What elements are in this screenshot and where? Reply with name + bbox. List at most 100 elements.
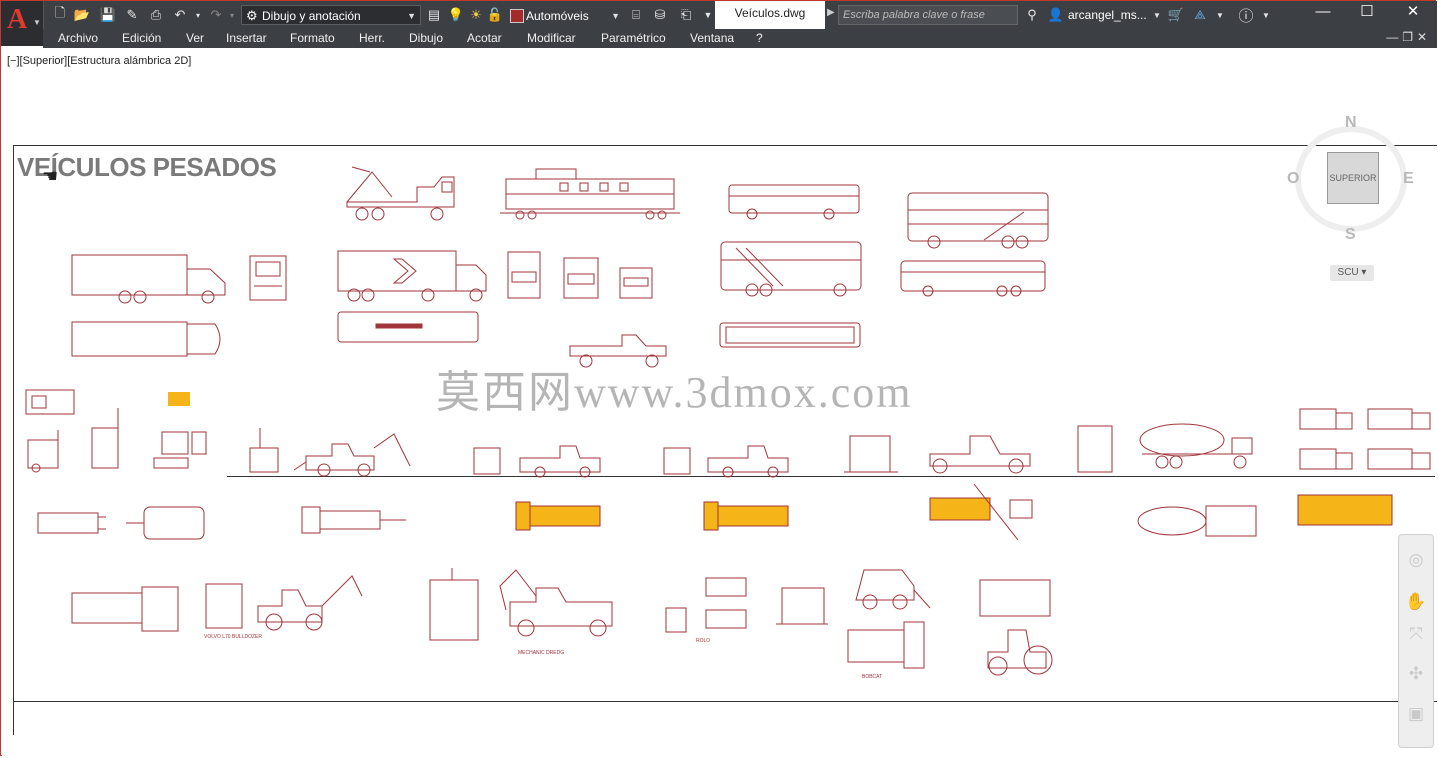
layer-select[interactable]: Automóveis ▼ <box>505 5 625 25</box>
showmotion-icon[interactable]: ▣ <box>1405 703 1427 725</box>
exchange-icon[interactable]: ⟁ <box>1191 6 1209 24</box>
autocad-logo-icon: A <box>7 4 28 35</box>
open-file-icon[interactable]: 📂 <box>73 6 91 24</box>
maximize-button[interactable]: ☐ <box>1345 1 1389 25</box>
redo-dropdown-icon[interactable]: ▾ <box>223 6 241 24</box>
coach-bus-drawing[interactable] <box>898 258 1048 298</box>
watermark-text: 莫西网www.3dmox.com <box>436 368 913 417</box>
layer-iso-icon[interactable]: ⛁ <box>651 6 669 24</box>
menu-parametrico[interactable]: Paramétrico <box>601 31 666 45</box>
backhoe-top-view-drawing[interactable] <box>298 503 410 537</box>
search-expand-icon[interactable]: ▶ <box>827 7 835 18</box>
viewport-controls-label[interactable]: [−][Superior][Estructura alámbrica 2D] <box>7 55 191 67</box>
save-icon[interactable]: 💾 <box>99 6 117 24</box>
dump-truck-group-drawing[interactable] <box>1296 403 1436 475</box>
close-button[interactable]: ✕ <box>1391 1 1435 25</box>
roller-group-drawing[interactable] <box>664 574 829 638</box>
grader-front-side-drawing[interactable] <box>840 426 1040 476</box>
compass-east[interactable]: E <box>1403 170 1414 188</box>
city-bus-drawing[interactable] <box>727 182 862 222</box>
minimize-button[interactable]: — <box>1301 1 1345 25</box>
document-tab[interactable]: Veículos.dwg <box>715 1 825 29</box>
chevron-down-icon[interactable]: ▼ <box>1148 6 1166 24</box>
box-truck-drawing[interactable] <box>70 253 230 305</box>
menu-archivo[interactable]: Archivo <box>58 31 98 45</box>
forklift-group-drawing[interactable] <box>24 388 209 473</box>
wheel-loader-drawing[interactable] <box>202 570 367 640</box>
double-decker-bus-2-drawing[interactable] <box>718 240 865 297</box>
application-menu-button[interactable]: A ▼ <box>1 1 44 46</box>
undo-icon[interactable]: ↶ <box>171 6 189 24</box>
print-icon[interactable]: ⎙ <box>147 6 165 24</box>
skid-steer-drawing[interactable] <box>844 560 932 670</box>
menu-help[interactable]: ? <box>756 31 763 45</box>
truck-fronts-drawing[interactable] <box>506 250 656 305</box>
zoom-extents-icon[interactable]: ⤧ <box>1405 623 1427 645</box>
search-input[interactable]: Escriba palabra clave o frase <box>838 5 1018 25</box>
menu-modificar[interactable]: Modificar <box>527 31 576 45</box>
tractor-drawing[interactable] <box>974 576 1059 678</box>
chevron-down-icon[interactable]: ▼ <box>1257 6 1275 24</box>
viewcube-face-top[interactable]: SUPERIOR <box>1327 152 1379 204</box>
grader-top-view-highlight[interactable] <box>926 480 1038 542</box>
lock-icon[interactable]: 🔓 <box>486 6 504 24</box>
user-name[interactable]: arcangel_ms... <box>1068 8 1147 22</box>
orbit-icon[interactable]: ✣ <box>1405 663 1427 685</box>
compass-west[interactable]: O <box>1287 170 1299 188</box>
document-window-controls[interactable]: —❐✕ <box>1386 30 1431 44</box>
ucs-menu-button[interactable]: SCU ▾ <box>1330 265 1374 281</box>
cart-icon[interactable]: 🛒 <box>1167 6 1185 24</box>
drawing-viewport[interactable]: [−][Superior][Estructura alámbrica 2D] V… <box>2 48 1437 756</box>
forklift-top-views-drawing[interactable] <box>34 503 214 543</box>
loader-pair-drawing[interactable] <box>470 438 610 478</box>
binoculars-icon[interactable]: ⚲ <box>1023 6 1041 24</box>
roller-caption: ROLO <box>696 638 711 644</box>
hand-cursor-icon: ☚ <box>42 166 59 186</box>
loader-top-view-2-highlight[interactable] <box>702 498 794 534</box>
tow-truck-drawing[interactable] <box>342 162 457 227</box>
match-layer-icon[interactable]: ⌸ <box>627 6 645 24</box>
double-decker-bus-drawing[interactable] <box>904 190 1052 249</box>
pan-hand-icon[interactable]: ✋ <box>1405 591 1427 613</box>
menu-ver[interactable]: Ver <box>186 31 204 45</box>
loader-top-view-highlight[interactable] <box>514 498 606 534</box>
chevron-down-icon: ▼ <box>33 18 41 27</box>
menu-dibujo[interactable]: Dibujo <box>409 31 443 45</box>
bulldozer-top-view-drawing[interactable] <box>68 583 183 635</box>
bus-top-view-drawing[interactable] <box>336 310 486 346</box>
menu-herr[interactable]: Herr. <box>359 31 385 45</box>
loader-pair-2-drawing[interactable] <box>660 438 795 478</box>
layer-walk-icon[interactable]: ⎗ <box>677 6 695 24</box>
truck-front-drawing[interactable] <box>248 254 290 306</box>
menu-edicion[interactable]: Edición <box>122 31 161 45</box>
chevron-down-icon[interactable]: ▼ <box>1211 6 1229 24</box>
mixer-top-view-drawing[interactable] <box>1132 500 1262 542</box>
sun-icon[interactable]: ☀ <box>467 6 485 24</box>
steering-wheel-icon[interactable]: ◎ <box>1405 549 1427 571</box>
ground-line <box>227 476 1435 477</box>
concrete-mixer-drawing[interactable] <box>1072 418 1262 476</box>
save-as-icon[interactable]: ✎ <box>123 6 141 24</box>
user-icon[interactable]: 👤 <box>1047 6 1065 24</box>
layer-properties-icon[interactable]: ▤ <box>425 6 443 24</box>
help-icon[interactable]: ⓘ <box>1237 6 1255 25</box>
menu-acotar[interactable]: Acotar <box>467 31 502 45</box>
backhoe-loader-drawing[interactable] <box>244 426 414 477</box>
truck-top-view-drawing[interactable] <box>70 320 228 360</box>
excavator-drawing[interactable] <box>426 566 621 648</box>
menu-formato[interactable]: Formato <box>290 31 335 45</box>
workspace-select[interactable]: ⚙ Dibujo y anotación ▼ <box>241 5 421 25</box>
undo-dropdown-icon[interactable]: ▾ <box>189 6 207 24</box>
lightbulb-icon[interactable]: 💡 <box>447 6 465 24</box>
menu-ventana[interactable]: Ventana <box>690 31 734 45</box>
compass-north[interactable]: N <box>1345 114 1357 132</box>
dump-truck-top-view-highlight[interactable] <box>1296 493 1396 529</box>
viewcube[interactable]: N S E O SUPERIOR <box>1287 114 1417 254</box>
menu-bar: Archivo Edición Ver Insertar Formato Her… <box>43 29 1437 48</box>
locomotive-drawing[interactable] <box>500 165 685 225</box>
menu-insertar[interactable]: Insertar <box>226 31 267 45</box>
compass-south[interactable]: S <box>1345 226 1356 244</box>
new-file-icon[interactable]: 🗋 <box>51 5 69 24</box>
bus-top-view-2-drawing[interactable] <box>718 321 863 349</box>
semi-truck-drawing[interactable] <box>336 249 491 304</box>
